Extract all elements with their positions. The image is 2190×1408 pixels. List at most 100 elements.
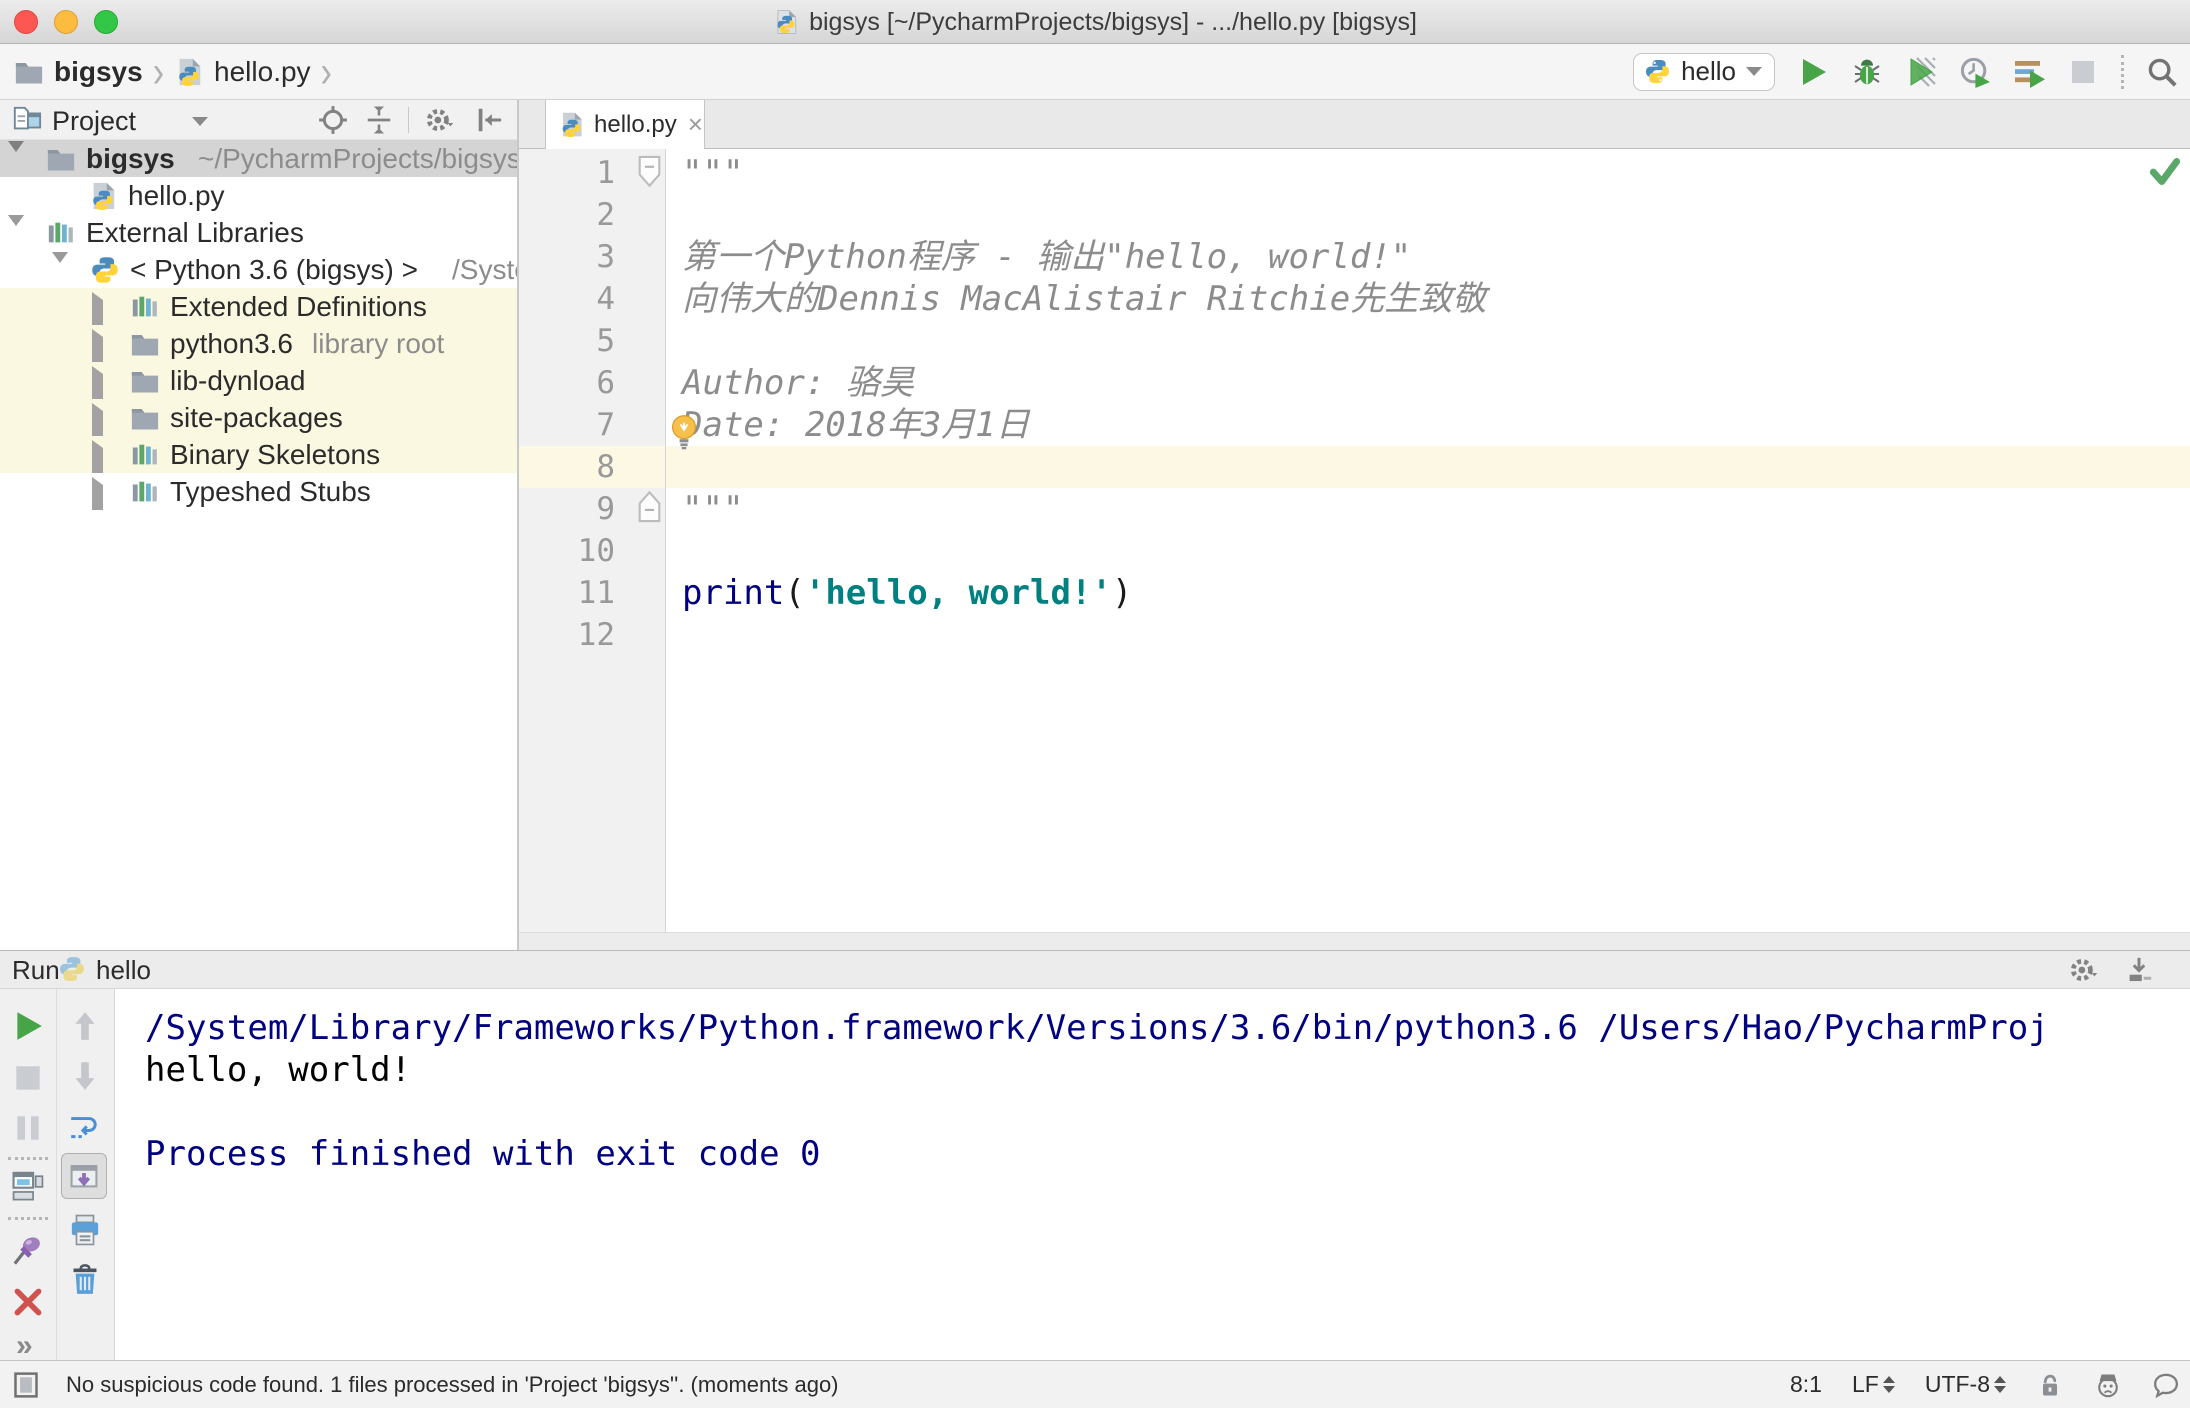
- tree-row-typeshed-stubs[interactable]: Typeshed Stubs: [0, 473, 517, 510]
- project-tree: bigsys ~/PycharmProjects/bigsys hello.py…: [0, 140, 517, 510]
- library-icon: [130, 477, 160, 507]
- tree-row-python-sdk[interactable]: < Python 3.6 (bigsys) > /System: [0, 251, 517, 288]
- run-console-output[interactable]: /System/Library/Frameworks/Python.framew…: [115, 989, 2190, 1360]
- toolbar-separator: [2121, 54, 2124, 89]
- soft-wrap-icon[interactable]: [68, 1109, 102, 1143]
- print-icon[interactable]: [68, 1213, 102, 1247]
- more-actions-icon[interactable]: »: [16, 1329, 33, 1363]
- code-line[interactable]: 12: [519, 614, 2190, 656]
- chevron-down-icon[interactable]: [192, 117, 208, 126]
- code-line-print[interactable]: 11 print('hello, world!'): [519, 572, 2190, 614]
- prev-occurrence-icon[interactable]: [68, 1009, 102, 1043]
- next-occurrence-icon[interactable]: [68, 1059, 102, 1093]
- intention-bulb-icon[interactable]: [665, 413, 703, 451]
- tree-row-extended-definitions[interactable]: Extended Definitions: [0, 288, 517, 325]
- status-bar: No suspicious code found. 1 files proces…: [0, 1360, 2190, 1408]
- close-tab-icon[interactable]: ×: [688, 109, 703, 140]
- tab-hello-py[interactable]: hello.py ×: [545, 100, 705, 149]
- tool-window-toggle-icon[interactable]: [12, 1371, 40, 1399]
- search-everywhere-icon[interactable]: [2146, 56, 2178, 88]
- rerun-button[interactable]: [11, 1009, 45, 1043]
- code-line-caret[interactable]: 8: [519, 446, 2190, 488]
- run-configuration-selector[interactable]: hello: [1633, 52, 1775, 91]
- profiler-button[interactable]: [1959, 56, 1991, 88]
- code-line[interactable]: 10: [519, 530, 2190, 572]
- tree-row-site-packages[interactable]: site-packages: [0, 399, 517, 436]
- gear-settings-icon[interactable]: [2068, 955, 2098, 985]
- debug-button[interactable]: [1851, 56, 1883, 88]
- collapse-all-icon[interactable]: [364, 105, 394, 135]
- run-with-coverage-button[interactable]: [1905, 56, 1937, 88]
- gear-settings-icon[interactable]: [424, 105, 454, 135]
- concurrency-diagram-button[interactable]: [2013, 56, 2045, 88]
- caret-position-widget[interactable]: 8:1: [1790, 1371, 1822, 1398]
- stop-button[interactable]: [11, 1061, 45, 1095]
- line-separator-widget[interactable]: LF: [1852, 1371, 1895, 1398]
- code-text: print('hello, world!'): [682, 573, 1133, 613]
- tree-label: bigsys: [86, 143, 175, 174]
- project-panel-title[interactable]: Project: [52, 106, 136, 137]
- restore-layout-button[interactable]: [11, 1169, 45, 1203]
- code-text: """: [682, 489, 744, 529]
- code-editor[interactable]: 1 """ 2 3 第一个Python程序 - 输出"hello, world!" …: [519, 149, 2190, 932]
- code-line[interactable]: 9 """: [519, 488, 2190, 530]
- hide-panel-icon[interactable]: [2124, 955, 2154, 985]
- pause-output-button[interactable]: [11, 1111, 45, 1145]
- code-line[interactable]: 1 """: [519, 152, 2190, 194]
- library-icon: [46, 218, 76, 248]
- close-panel-icon[interactable]: [11, 1285, 45, 1319]
- collapse-arrow-icon[interactable]: [92, 329, 103, 362]
- collapse-arrow-icon[interactable]: [92, 403, 103, 436]
- sort-arrows-icon: [1882, 1376, 1895, 1393]
- collapse-arrow-icon[interactable]: [92, 292, 103, 325]
- status-message[interactable]: No suspicious code found. 1 files proces…: [66, 1372, 839, 1398]
- tree-row-binary-skeletons[interactable]: Binary Skeletons: [0, 436, 517, 473]
- fold-region-start-icon[interactable]: [636, 155, 663, 189]
- inspections-profile-icon[interactable]: [2094, 1371, 2122, 1399]
- code-line[interactable]: 5: [519, 320, 2190, 362]
- line-number: 9: [596, 491, 615, 527]
- code-line[interactable]: 4 向伟大的Dennis MacAlistair Ritchie先生致敬: [519, 278, 2190, 320]
- chevron-right-icon: ›: [152, 46, 165, 97]
- line-number: 3: [596, 239, 615, 275]
- collapse-arrow-icon[interactable]: [92, 477, 103, 510]
- expand-arrow-icon[interactable]: [52, 252, 68, 288]
- folder-icon: [14, 57, 44, 87]
- tree-row-bigsys[interactable]: bigsys ~/PycharmProjects/bigsys: [0, 140, 517, 177]
- event-log-bubble-icon[interactable]: [2152, 1371, 2180, 1399]
- breadcrumb-file[interactable]: hello.py: [214, 56, 311, 88]
- run-tab-config-name[interactable]: hello: [96, 955, 151, 986]
- encoding-widget[interactable]: UTF-8: [1925, 1371, 2006, 1398]
- clear-all-icon[interactable]: [68, 1263, 102, 1297]
- pin-tab-icon[interactable]: [11, 1233, 45, 1267]
- breadcrumb-project[interactable]: bigsys: [54, 56, 143, 88]
- folder-icon: [130, 403, 160, 433]
- hide-panel-icon[interactable]: [474, 105, 504, 135]
- line-number: 6: [596, 365, 615, 401]
- code-line[interactable]: 7 Date: 2018年3月1日: [519, 404, 2190, 446]
- project-panel-header: Project: [0, 100, 517, 140]
- code-line[interactable]: 6 Author: 骆昊: [519, 362, 2190, 404]
- collapse-arrow-icon[interactable]: [92, 366, 103, 399]
- run-button[interactable]: [1797, 56, 1829, 88]
- fold-region-end-icon[interactable]: [636, 489, 663, 523]
- tree-row-external-libraries[interactable]: External Libraries: [0, 214, 517, 251]
- tree-row-python36[interactable]: python3.6 library root: [0, 325, 517, 362]
- stop-button[interactable]: [2067, 56, 2099, 88]
- collapse-arrow-icon[interactable]: [92, 440, 103, 473]
- toolbar-separator: [8, 1157, 48, 1160]
- tree-label: Typeshed Stubs: [170, 476, 371, 507]
- inspection-ok-icon[interactable]: [2148, 154, 2182, 188]
- run-panel-title[interactable]: Run: [12, 955, 60, 986]
- code-line[interactable]: 3 第一个Python程序 - 输出"hello, world!": [519, 236, 2190, 278]
- tree-label: site-packages: [170, 402, 343, 433]
- tree-row-hello-py[interactable]: hello.py: [0, 177, 517, 214]
- expand-arrow-icon[interactable]: [8, 141, 24, 177]
- locate-file-icon[interactable]: [318, 105, 348, 135]
- tree-row-lib-dynload[interactable]: lib-dynload: [0, 362, 517, 399]
- lock-icon[interactable]: [2036, 1371, 2064, 1399]
- library-icon: [130, 440, 160, 470]
- expand-arrow-icon[interactable]: [8, 215, 24, 251]
- scroll-to-end-button[interactable]: [61, 1153, 107, 1199]
- code-line[interactable]: 2: [519, 194, 2190, 236]
